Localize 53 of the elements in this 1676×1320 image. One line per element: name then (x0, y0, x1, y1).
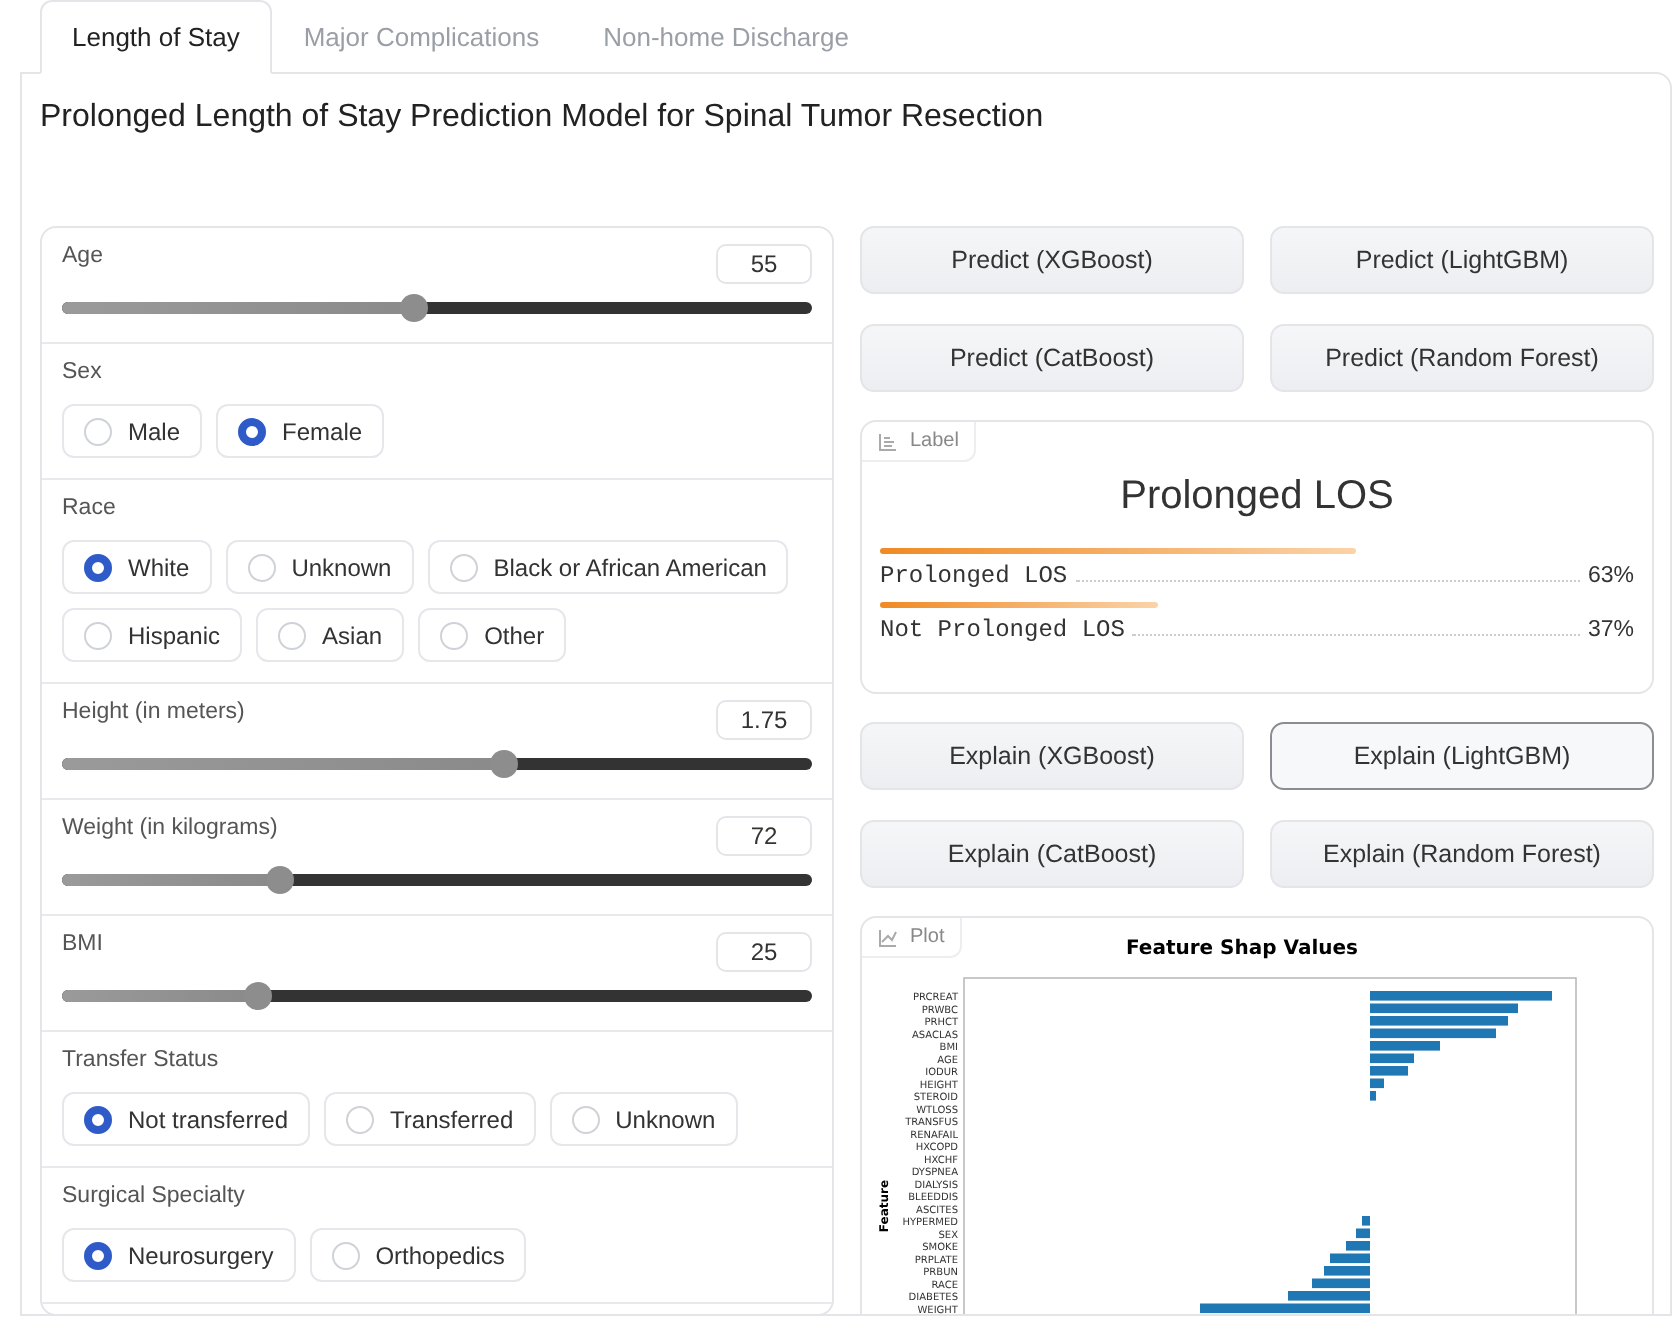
model-button[interactable]: Explain (XGBoost) (860, 722, 1244, 790)
radio-option[interactable]: Asian (256, 608, 405, 662)
radio-option[interactable]: Female (216, 404, 385, 458)
radio-circle[interactable] (84, 1241, 112, 1269)
radio-option[interactable]: Unknown (225, 540, 414, 594)
field-label: Weight (in kilograms) (62, 816, 278, 840)
prediction-text: Prolonged LOS (1118, 474, 1396, 520)
field-label: Age (62, 244, 103, 268)
model-button[interactable]: Explain (LightGBM) (1270, 722, 1654, 790)
radio-circle[interactable] (84, 1105, 112, 1133)
radio-option[interactable]: Not transferred (62, 1092, 311, 1146)
class-label: Prolonged LOS (880, 562, 1068, 590)
confidence-percent: 37% (1587, 618, 1634, 642)
radio-option[interactable]: Other (418, 608, 567, 662)
radio-option[interactable]: Neurosurgery (62, 1228, 296, 1282)
radio-circle[interactable] (238, 417, 267, 445)
model-button[interactable]: Predict (Random Forest) (1270, 324, 1654, 392)
radio-option[interactable]: Male (62, 404, 203, 458)
radio-option[interactable]: Black or African American (427, 540, 789, 594)
model-button[interactable]: Predict (CatBoost) (860, 324, 1244, 392)
radio-option[interactable]: Orthopedics (309, 1228, 527, 1282)
slider-thumb[interactable] (243, 982, 271, 1010)
page-title: Prolonged Length of Stay Prediction Model for Spinal Tumor Resection (40, 100, 1046, 138)
model-button[interactable]: Explain (Random Forest) (1270, 820, 1654, 888)
field-label: Transfer Status (62, 1048, 221, 1072)
slider-thumb[interactable] (265, 866, 294, 894)
field-label: BMI (62, 932, 103, 956)
label-icon (878, 431, 898, 451)
radio-option[interactable]: Transferred (324, 1092, 536, 1146)
radio-option[interactable]: White (62, 540, 212, 594)
number-field[interactable]: 25 (716, 932, 812, 972)
field-label: Height (in meters) (62, 700, 245, 724)
chart-title: Feature Shap Values (1126, 938, 1358, 960)
confidence-percent: 63% (1587, 564, 1634, 588)
number-field[interactable]: 55 (716, 244, 812, 284)
radio-circle[interactable] (84, 553, 112, 581)
field-label: Surgical Specialty (62, 1184, 247, 1208)
radio-option[interactable]: Unknown (549, 1092, 738, 1146)
model-button[interactable]: Explain (CatBoost) (860, 820, 1244, 888)
model-button[interactable]: Predict (XGBoost) (860, 226, 1244, 294)
slider-thumb[interactable] (400, 294, 429, 322)
slider-thumb[interactable] (490, 750, 519, 778)
number-field[interactable]: 72 (716, 816, 812, 856)
tab[interactable]: Length of Stay (40, 0, 272, 74)
model-button[interactable]: Predict (LightGBM) (1270, 226, 1654, 294)
radio-option[interactable]: Hispanic (62, 608, 243, 662)
panel-label: Plot (910, 926, 945, 948)
field-label: Race (62, 496, 118, 520)
field-label: Sex (62, 360, 104, 384)
class-label: Not Prolonged LOS (880, 616, 1125, 644)
panel-label: Label (910, 430, 959, 452)
number-field[interactable]: 1.75 (716, 700, 812, 740)
plot-icon (878, 927, 898, 947)
